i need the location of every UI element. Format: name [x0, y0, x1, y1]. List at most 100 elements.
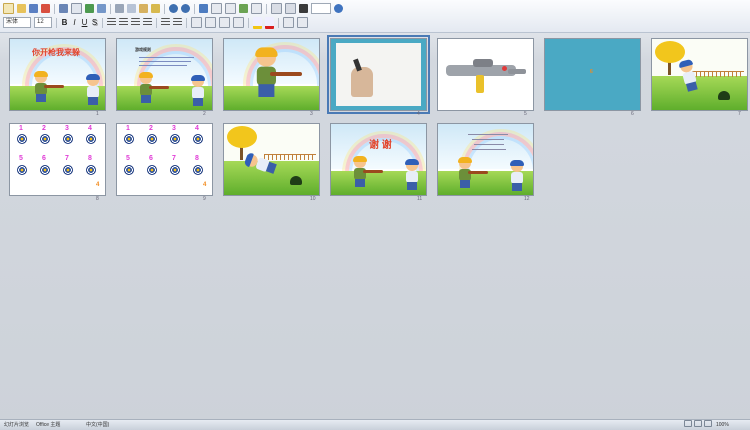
slide-thumbnail-9[interactable]: 1 2 3 4 5 6 7 8 4: [116, 123, 213, 196]
underline-button[interactable]: U: [80, 18, 89, 27]
bold-button[interactable]: B: [60, 18, 69, 27]
hyperlink-icon[interactable]: [199, 4, 208, 13]
show-formatting-icon[interactable]: [285, 3, 296, 14]
target-icon[interactable]: [147, 134, 157, 144]
corner-mark: 4: [96, 182, 100, 188]
print-icon[interactable]: [59, 4, 68, 13]
slide-sorter[interactable]: 你开枪我来躲 1 游戏规则 2 3 4 5 6 6 7 1 2 3 4 5 6 …: [0, 33, 750, 419]
target-icon[interactable]: [170, 134, 180, 144]
justify-icon[interactable]: [143, 18, 152, 27]
format-painter-icon[interactable]: [151, 4, 160, 13]
slide-thumbnail-11[interactable]: 谢 谢: [330, 123, 427, 196]
bush: [718, 91, 730, 100]
separator: [278, 17, 279, 28]
zoom-combo[interactable]: [311, 3, 331, 14]
redo-icon[interactable]: [181, 4, 190, 13]
target-icon[interactable]: [63, 134, 73, 144]
decrease-font-icon[interactable]: [205, 17, 216, 28]
slide-number: 8: [96, 196, 99, 202]
open-icon[interactable]: [17, 4, 26, 13]
slide-thumbnail-6[interactable]: 6: [544, 38, 641, 111]
target-icon[interactable]: [193, 165, 203, 175]
expand-all-icon[interactable]: [271, 3, 282, 14]
slide-thumbnail-4[interactable]: [327, 35, 430, 114]
text-line: [474, 144, 504, 145]
target-icon[interactable]: [86, 134, 96, 144]
boy-with-cap-illustration: [84, 74, 102, 105]
target-icon[interactable]: [40, 165, 50, 175]
numbering-icon[interactable]: [161, 18, 170, 27]
research-icon[interactable]: [97, 4, 106, 13]
slide-thumbnail-2[interactable]: 游戏规则: [116, 38, 213, 111]
font-size-combo[interactable]: 12: [34, 17, 52, 28]
slide-thumbnail-8[interactable]: 1 2 3 4 5 6 7 8 4: [9, 123, 106, 196]
target-number: 4: [88, 125, 92, 132]
target-icon[interactable]: [17, 165, 27, 175]
text-line: [139, 57, 194, 58]
separator: [54, 3, 55, 14]
normal-view-icon[interactable]: [684, 420, 692, 427]
spelling-icon[interactable]: [85, 4, 94, 13]
permission-icon[interactable]: [41, 4, 50, 13]
target-icon[interactable]: [124, 134, 134, 144]
align-center-icon[interactable]: [119, 18, 128, 27]
slide-thumbnail-10[interactable]: [223, 123, 320, 196]
tables-icon[interactable]: [211, 3, 222, 14]
print-preview-icon[interactable]: [71, 3, 82, 14]
new-icon[interactable]: [3, 3, 14, 14]
target-icon[interactable]: [170, 165, 180, 175]
new-slide-icon[interactable]: [251, 3, 262, 14]
cut-icon[interactable]: [115, 4, 124, 13]
increase-indent-icon[interactable]: [233, 17, 244, 28]
slide-number: 3: [310, 111, 313, 117]
separator: [156, 17, 157, 28]
separator: [266, 3, 267, 14]
increase-font-icon[interactable]: [191, 17, 202, 28]
undo-icon[interactable]: [169, 4, 178, 13]
bush: [290, 176, 302, 185]
insert-table-icon[interactable]: [225, 3, 236, 14]
highlight-color-icon[interactable]: [253, 16, 262, 29]
insert-chart-icon[interactable]: [239, 4, 248, 13]
target-icon[interactable]: [63, 165, 73, 175]
target-icon[interactable]: [40, 134, 50, 144]
slide-thumbnail-3[interactable]: [223, 38, 320, 111]
copy-icon[interactable]: [127, 4, 136, 13]
font-color-icon[interactable]: [265, 16, 274, 29]
align-right-icon[interactable]: [131, 18, 140, 27]
slide-thumbnail-5[interactable]: [437, 38, 534, 111]
toolbar-row-formatting: 宋体 12 B I U S: [2, 16, 309, 29]
help-icon[interactable]: [334, 4, 343, 13]
decrease-indent-icon[interactable]: [219, 17, 230, 28]
text-line: [139, 61, 191, 62]
align-left-icon[interactable]: [107, 18, 116, 27]
gun-illustration: [363, 170, 383, 173]
new-slide-button[interactable]: [297, 17, 308, 28]
target-number: 4: [195, 125, 199, 132]
shadow-button[interactable]: S: [90, 18, 99, 27]
slideshow-view-icon[interactable]: [704, 420, 712, 427]
italic-button[interactable]: I: [70, 18, 79, 27]
slide-thumbnail-1[interactable]: 你开枪我来躲: [9, 38, 106, 111]
separator: [56, 17, 57, 28]
slide-number: 11: [417, 196, 423, 202]
text-line: [468, 134, 508, 135]
design-icon[interactable]: [283, 17, 294, 28]
target-icon[interactable]: [86, 165, 96, 175]
target-icon[interactable]: [17, 134, 27, 144]
slide-thumbnail-7[interactable]: [651, 38, 748, 111]
bullets-icon[interactable]: [173, 18, 182, 27]
target-icon[interactable]: [124, 165, 134, 175]
color-grayscale-icon[interactable]: [299, 4, 308, 13]
slide-number: 6: [631, 111, 634, 117]
target-icon[interactable]: [193, 134, 203, 144]
save-icon[interactable]: [29, 4, 38, 13]
slide-thumbnail-12[interactable]: [437, 123, 534, 196]
gun-illustration: [44, 85, 64, 88]
text-line: [139, 65, 187, 66]
target-icon[interactable]: [147, 165, 157, 175]
slide-sorter-view-icon[interactable]: [694, 420, 702, 427]
font-name-combo[interactable]: 宋体: [3, 17, 31, 28]
paste-icon[interactable]: [139, 4, 148, 13]
toy-gun-sight: [473, 59, 493, 67]
